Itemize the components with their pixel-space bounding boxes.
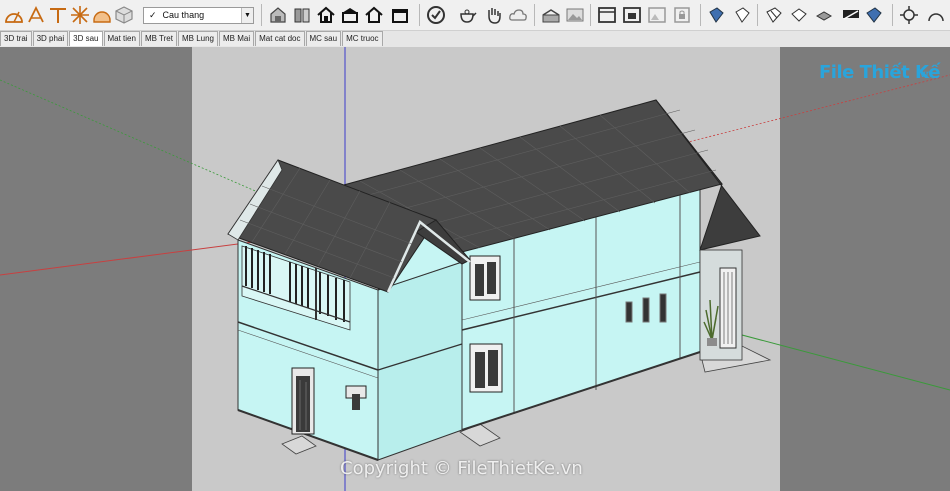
logo-domain: .vn <box>916 69 932 80</box>
filethietke-logo: File Thiết Kế .vn <box>819 61 941 89</box>
lower-window <box>469 343 503 393</box>
house-side-icon[interactable] <box>388 3 412 27</box>
house-front-icon[interactable] <box>314 3 338 27</box>
lock-icon[interactable] <box>670 3 694 27</box>
orbit-icon[interactable] <box>862 3 886 27</box>
walk-icon[interactable] <box>897 3 921 27</box>
sketchup-window: ✓ Cau thang ▼ 3D trai 3D phai 3D sau Mat… <box>0 0 950 491</box>
dimension-icon[interactable] <box>90 3 114 27</box>
toolbar-separator <box>419 4 420 26</box>
window-icon[interactable] <box>595 3 619 27</box>
house-icon[interactable] <box>290 3 314 27</box>
back-door <box>291 367 315 435</box>
toolbar-separator <box>892 4 893 26</box>
right-view-icon[interactable] <box>787 3 811 27</box>
toolbar: ✓ Cau thang ▼ <box>0 0 950 31</box>
teapot-icon[interactable] <box>455 3 479 27</box>
model-viewport[interactable]: File Thiết Kế .vn <box>0 47 950 491</box>
back-view-icon[interactable] <box>812 3 836 27</box>
upper-window <box>469 255 501 301</box>
section-icon[interactable] <box>68 3 92 27</box>
window-landscape-icon[interactable] <box>645 3 669 27</box>
copyright-watermark: Copyright © FileThietKe.vn <box>340 458 583 479</box>
toolbar-separator <box>700 4 701 26</box>
toolbar-separator <box>590 4 591 26</box>
toolbar-separator <box>757 4 758 26</box>
tab-3d-phai[interactable]: 3D phai <box>32 31 69 46</box>
tab-mb-tret[interactable]: MB Tret <box>140 31 177 46</box>
tab-3d-sau[interactable]: 3D sau <box>69 31 103 46</box>
toolbar-separator <box>534 4 535 26</box>
right-shade-panel <box>780 47 950 491</box>
layer-visible-check: ✓ <box>149 10 157 20</box>
left-shade-panel <box>0 47 192 491</box>
axes-icon[interactable] <box>46 3 70 27</box>
photo-icon[interactable] <box>563 3 587 27</box>
component-icon[interactable] <box>112 3 136 27</box>
tab-3d-trai[interactable]: 3D trai <box>0 31 32 46</box>
paint-bucket-icon[interactable] <box>266 3 290 27</box>
gable-side-wall <box>377 261 463 461</box>
tab-mat-tien[interactable]: Mat tien <box>103 31 140 46</box>
tab-mb-mai[interactable]: MB Mai <box>219 31 255 46</box>
tab-mat-cat-doc[interactable]: Mat cat doc <box>255 31 305 46</box>
protractor-small-icon[interactable] <box>924 3 948 27</box>
left-view-icon[interactable] <box>839 3 863 27</box>
house-top-icon[interactable] <box>338 3 362 27</box>
cloud-icon[interactable] <box>506 3 530 27</box>
layer-dropdown[interactable]: ✓ Cau thang ▼ <box>143 7 254 24</box>
layer-name: Cau thang <box>162 10 205 20</box>
front-view-icon[interactable] <box>762 3 786 27</box>
toolbar-separator <box>261 4 262 26</box>
chevron-down-icon[interactable]: ▼ <box>241 8 253 23</box>
scene-canvas <box>0 47 950 491</box>
window-camera-icon[interactable] <box>620 3 644 27</box>
scene-tabs: 3D trai 3D phai 3D sau Mat tien MB Tret … <box>0 31 384 46</box>
hand-icon[interactable] <box>482 3 506 27</box>
protractor-icon[interactable] <box>2 3 26 27</box>
tab-mc-truoc[interactable]: MC truoc <box>342 31 383 46</box>
tab-mb-lung[interactable]: MB Lung <box>177 31 219 46</box>
text-label-icon[interactable] <box>24 3 48 27</box>
top-view-icon[interactable] <box>730 3 754 27</box>
house-open-icon[interactable] <box>362 3 386 27</box>
iso-view-icon[interactable] <box>704 3 728 27</box>
tab-mc-sau[interactable]: MC sau <box>305 31 342 46</box>
warehouse-icon[interactable] <box>539 3 563 27</box>
checkmark-icon[interactable] <box>424 3 448 27</box>
